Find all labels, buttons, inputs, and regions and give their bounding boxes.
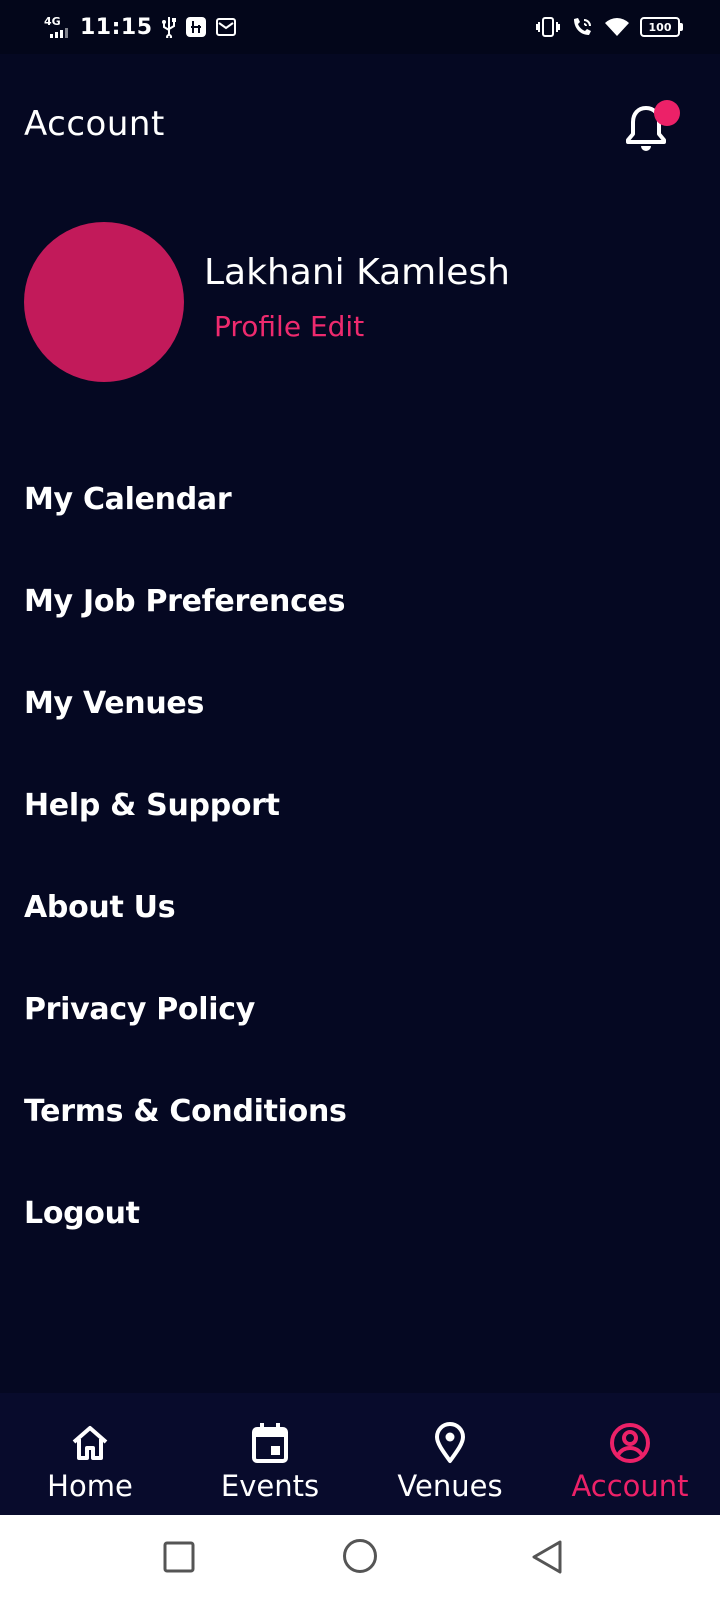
calendar-icon — [252, 1423, 288, 1463]
account-menu: My Calendar My Job Preferences My Venues… — [0, 448, 720, 1264]
menu-item-label: Help & Support — [24, 787, 280, 823]
network-type: 4G — [44, 15, 61, 28]
wifi-call-icon — [570, 16, 594, 38]
menu-item-about-us[interactable]: About Us — [0, 856, 720, 958]
menu-item-my-job-preferences[interactable]: My Job Preferences — [0, 550, 720, 652]
battery-icon: 100 — [640, 17, 683, 37]
menu-item-terms-conditions[interactable]: Terms & Conditions — [0, 1060, 720, 1162]
nav-item-venues[interactable]: Venues — [360, 1393, 540, 1515]
system-nav-bar — [0, 1515, 720, 1600]
cellular-signal-icon: 4G — [40, 14, 72, 40]
profile-section: Lakhani Kamlesh Profile Edit — [0, 222, 720, 392]
nav-item-events[interactable]: Events — [180, 1393, 360, 1515]
profile-edit-link[interactable]: Profile Edit — [214, 310, 364, 343]
mail-icon — [215, 16, 237, 38]
status-time: 11:15 — [80, 14, 153, 40]
circle-icon — [343, 1539, 377, 1573]
menu-item-label: My Job Preferences — [24, 583, 346, 619]
home-icon — [72, 1426, 108, 1460]
battery-level: 100 — [648, 20, 672, 34]
menu-item-label: My Venues — [24, 685, 204, 721]
menu-item-label: About Us — [24, 889, 176, 925]
home-system-button[interactable] — [342, 1538, 378, 1578]
usb-icon — [161, 16, 177, 38]
nav-label-events: Events — [220, 1469, 320, 1503]
profile-name: Lakhani Kamlesh — [204, 252, 510, 293]
bottom-nav: Home Events Venues Account — [0, 1393, 720, 1515]
account-circle-icon — [610, 1423, 650, 1463]
menu-item-my-venues[interactable]: My Venues — [0, 652, 720, 754]
wifi-icon — [604, 16, 630, 38]
back-button[interactable] — [530, 1539, 564, 1579]
recents-button[interactable] — [163, 1541, 195, 1577]
nav-item-home[interactable]: Home — [0, 1393, 180, 1515]
menu-item-label: Terms & Conditions — [24, 1093, 347, 1129]
menu-item-label: My Calendar — [24, 481, 232, 517]
notification-dot — [654, 100, 680, 126]
nav-label-account: Account — [571, 1469, 689, 1503]
menu-item-label: Logout — [24, 1195, 140, 1231]
back-triangle-icon — [532, 1540, 562, 1574]
nav-label-venues: Venues — [397, 1469, 503, 1503]
nav-label-home: Home — [47, 1469, 133, 1503]
page-title: Account — [24, 104, 165, 144]
avatar[interactable] — [24, 222, 184, 382]
location-pin-icon — [435, 1422, 465, 1463]
menu-item-help-support[interactable]: Help & Support — [0, 754, 720, 856]
menu-item-label: Privacy Policy — [24, 991, 255, 1027]
app-header: Account — [0, 54, 720, 194]
menu-item-privacy-policy[interactable]: Privacy Policy — [0, 958, 720, 1060]
usb-debug-icon — [185, 16, 207, 38]
nav-item-account[interactable]: Account — [540, 1393, 720, 1515]
menu-item-logout[interactable]: Logout — [0, 1162, 720, 1264]
square-icon — [163, 1541, 195, 1573]
status-bar: 4G 11:15 100 — [0, 0, 720, 54]
menu-item-my-calendar[interactable]: My Calendar — [0, 448, 720, 550]
vibrate-icon — [536, 16, 560, 38]
